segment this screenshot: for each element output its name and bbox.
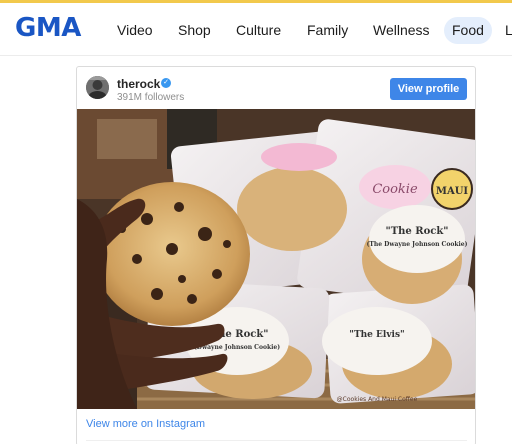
- cookie-photo-illustration: MAUI Cookie "The Rock" (The Dwayne Johns…: [77, 109, 475, 409]
- photo-watermark: @Cookies And Maui Coffee: [337, 396, 418, 403]
- cookie-top-subtitle: (The Dwayne Johnson Cookie): [367, 241, 468, 248]
- cookie-bottom-left-subtitle: (Dwayne Johnson Cookie): [194, 344, 280, 351]
- nav-item-food[interactable]: Food: [444, 17, 492, 44]
- cookie-script-label: Cookie: [372, 182, 418, 197]
- verified-badge-icon: ✓: [161, 78, 171, 88]
- username[interactable]: therock: [117, 77, 160, 91]
- nav-item-overflow[interactable]: L: [505, 22, 512, 38]
- site-header: GMA Video Shop Culture Family Wellness F…: [0, 3, 512, 56]
- avatar[interactable]: [86, 76, 109, 99]
- embed-divider: [86, 440, 467, 441]
- post-photo[interactable]: MAUI Cookie "The Rock" (The Dwayne Johns…: [77, 109, 475, 409]
- nav-item-wellness[interactable]: Wellness: [373, 22, 430, 38]
- nav-item-culture[interactable]: Culture: [236, 22, 281, 38]
- follower-count: 391M followers: [117, 92, 185, 103]
- nav-item-shop[interactable]: Shop: [178, 22, 211, 38]
- maui-badge: MAUI: [436, 186, 469, 197]
- avatar-icon: [86, 76, 109, 99]
- nav-item-video[interactable]: Video: [117, 22, 153, 38]
- gma-logo[interactable]: GMA: [15, 13, 81, 43]
- view-more-on-instagram-link[interactable]: View more on Instagram: [86, 418, 205, 430]
- instagram-embed: therock ✓ 391M followers View profile MA…: [76, 66, 476, 444]
- cookie-top-title: "The Rock": [386, 226, 449, 237]
- nav-item-family[interactable]: Family: [307, 22, 348, 38]
- view-profile-button[interactable]: View profile: [390, 78, 467, 100]
- cookie-bottom-right-title: "The Elvis": [349, 330, 404, 340]
